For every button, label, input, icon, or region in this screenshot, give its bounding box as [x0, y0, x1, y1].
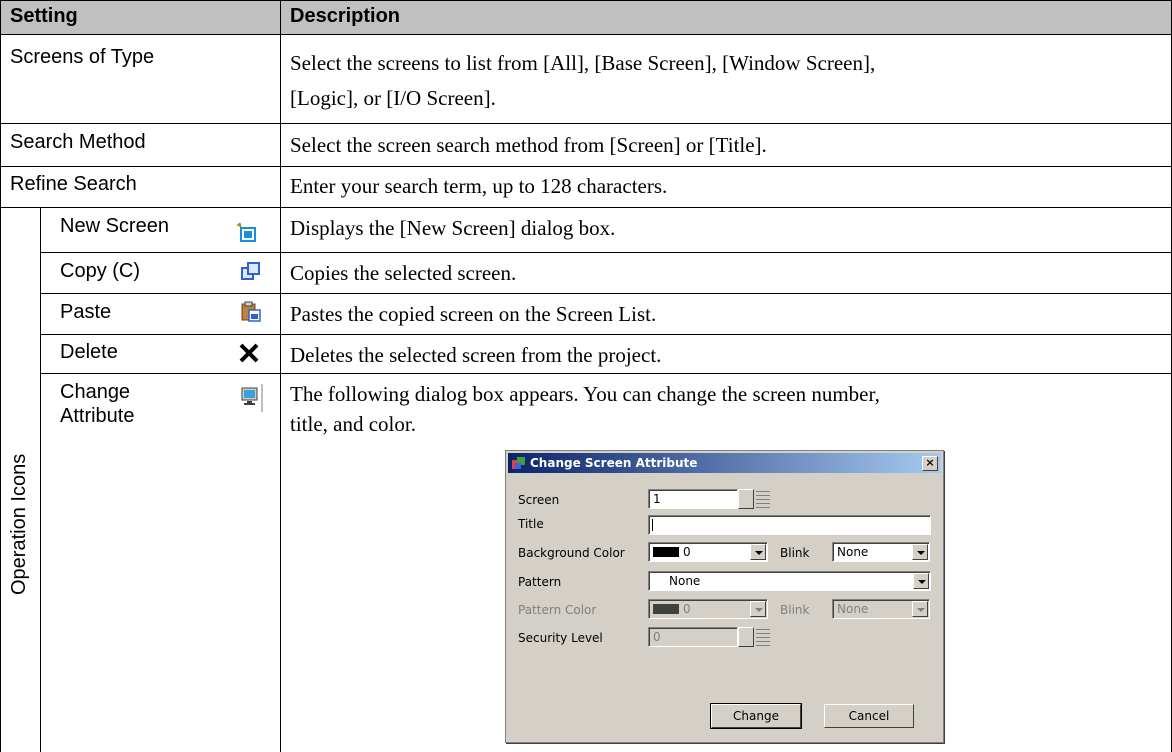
row-setting-screens-of-type: Screens of Type — [10, 46, 155, 68]
row-description: Select the screen search method from [Sc… — [290, 133, 767, 157]
security-level-label: Security Level — [518, 631, 603, 645]
paste-icon — [241, 301, 261, 322]
chevron-down-icon[interactable] — [750, 601, 766, 617]
pattern-color-label: Pattern Color — [518, 603, 597, 617]
row-description-line: [Logic], or [I/O Screen]. — [290, 86, 496, 110]
app-icon — [512, 457, 525, 469]
screen-spinner[interactable] — [738, 489, 754, 509]
dialog-title-bar[interactable]: Change Screen Attribute × — [508, 453, 941, 473]
icon-row-label-change-attribute: Change — [60, 381, 131, 403]
row-setting-refine-search: Refine Search — [10, 173, 137, 195]
security-level-input[interactable]: 0 — [648, 627, 738, 647]
color-swatch — [653, 604, 679, 614]
group-label-operation-icons: Operation Icons — [8, 453, 30, 595]
background-color-label: Background Color — [518, 546, 625, 560]
cancel-button[interactable]: Cancel — [824, 704, 914, 728]
column-header-description: Description — [290, 5, 401, 27]
icon-row-label-delete: Delete — [60, 341, 118, 363]
blink-select[interactable]: None — [832, 542, 930, 562]
background-color-select[interactable]: 0 — [648, 542, 768, 562]
screen-label: Screen — [518, 493, 560, 507]
chevron-down-icon[interactable] — [912, 544, 928, 560]
row-setting-search-method: Search Method — [10, 131, 146, 153]
screen-number-input[interactable]: 1 — [648, 489, 738, 509]
title-label: Title — [518, 517, 544, 531]
row-description: Displays the [New Screen] dialog box. — [290, 216, 616, 240]
table-header — [0, 0, 1172, 34]
icon-row-label-paste: Paste — [60, 301, 112, 323]
icon-row-label-new-screen: New Screen — [60, 215, 169, 237]
column-header-setting: Setting — [10, 5, 78, 27]
blink-select-disabled[interactable]: None — [832, 599, 930, 619]
row-description-line: The following dialog box appears. You ca… — [290, 382, 880, 406]
change-attribute-icon — [241, 384, 263, 412]
color-swatch — [653, 547, 679, 557]
chevron-down-icon[interactable] — [750, 544, 766, 560]
title-input[interactable] — [648, 515, 931, 535]
icon-row-label-copy: Copy (C) — [60, 260, 141, 282]
change-button[interactable]: Change — [710, 703, 802, 729]
close-button[interactable]: × — [922, 456, 938, 471]
row-description-line: title, and color. — [290, 412, 416, 436]
blink-label: Blink — [780, 546, 810, 560]
blink-label-disabled: Blink — [780, 603, 810, 617]
row-description: Deletes the selected screen from the pro… — [290, 343, 662, 367]
delete-icon — [239, 343, 259, 363]
row-description: Copies the selected screen. — [290, 261, 517, 285]
chevron-down-icon[interactable] — [912, 601, 928, 617]
copy-icon — [241, 262, 260, 280]
keypad-icon[interactable] — [756, 490, 770, 508]
row-description: Enter your search term, up to 128 charac… — [290, 174, 668, 198]
icon-row-label-change-attribute: Attribute — [60, 405, 135, 427]
row-description: Pastes the copied screen on the Screen L… — [290, 302, 657, 326]
pattern-label: Pattern — [518, 575, 562, 589]
row-description-line: Select the screens to list from [All], [… — [290, 51, 876, 75]
new-screen-icon — [237, 222, 256, 242]
change-screen-attribute-dialog: Change Screen Attribute × Screen 1 Title… — [505, 450, 944, 743]
pattern-color-select[interactable]: 0 — [648, 599, 768, 619]
pattern-select[interactable]: None — [648, 571, 931, 591]
keypad-icon[interactable] — [756, 628, 770, 646]
dialog-title: Change Screen Attribute — [530, 456, 698, 470]
security-spinner[interactable] — [738, 627, 754, 647]
settings-table: Setting Description Screens of Type Sele… — [0, 0, 1172, 752]
chevron-down-icon[interactable] — [913, 573, 929, 589]
